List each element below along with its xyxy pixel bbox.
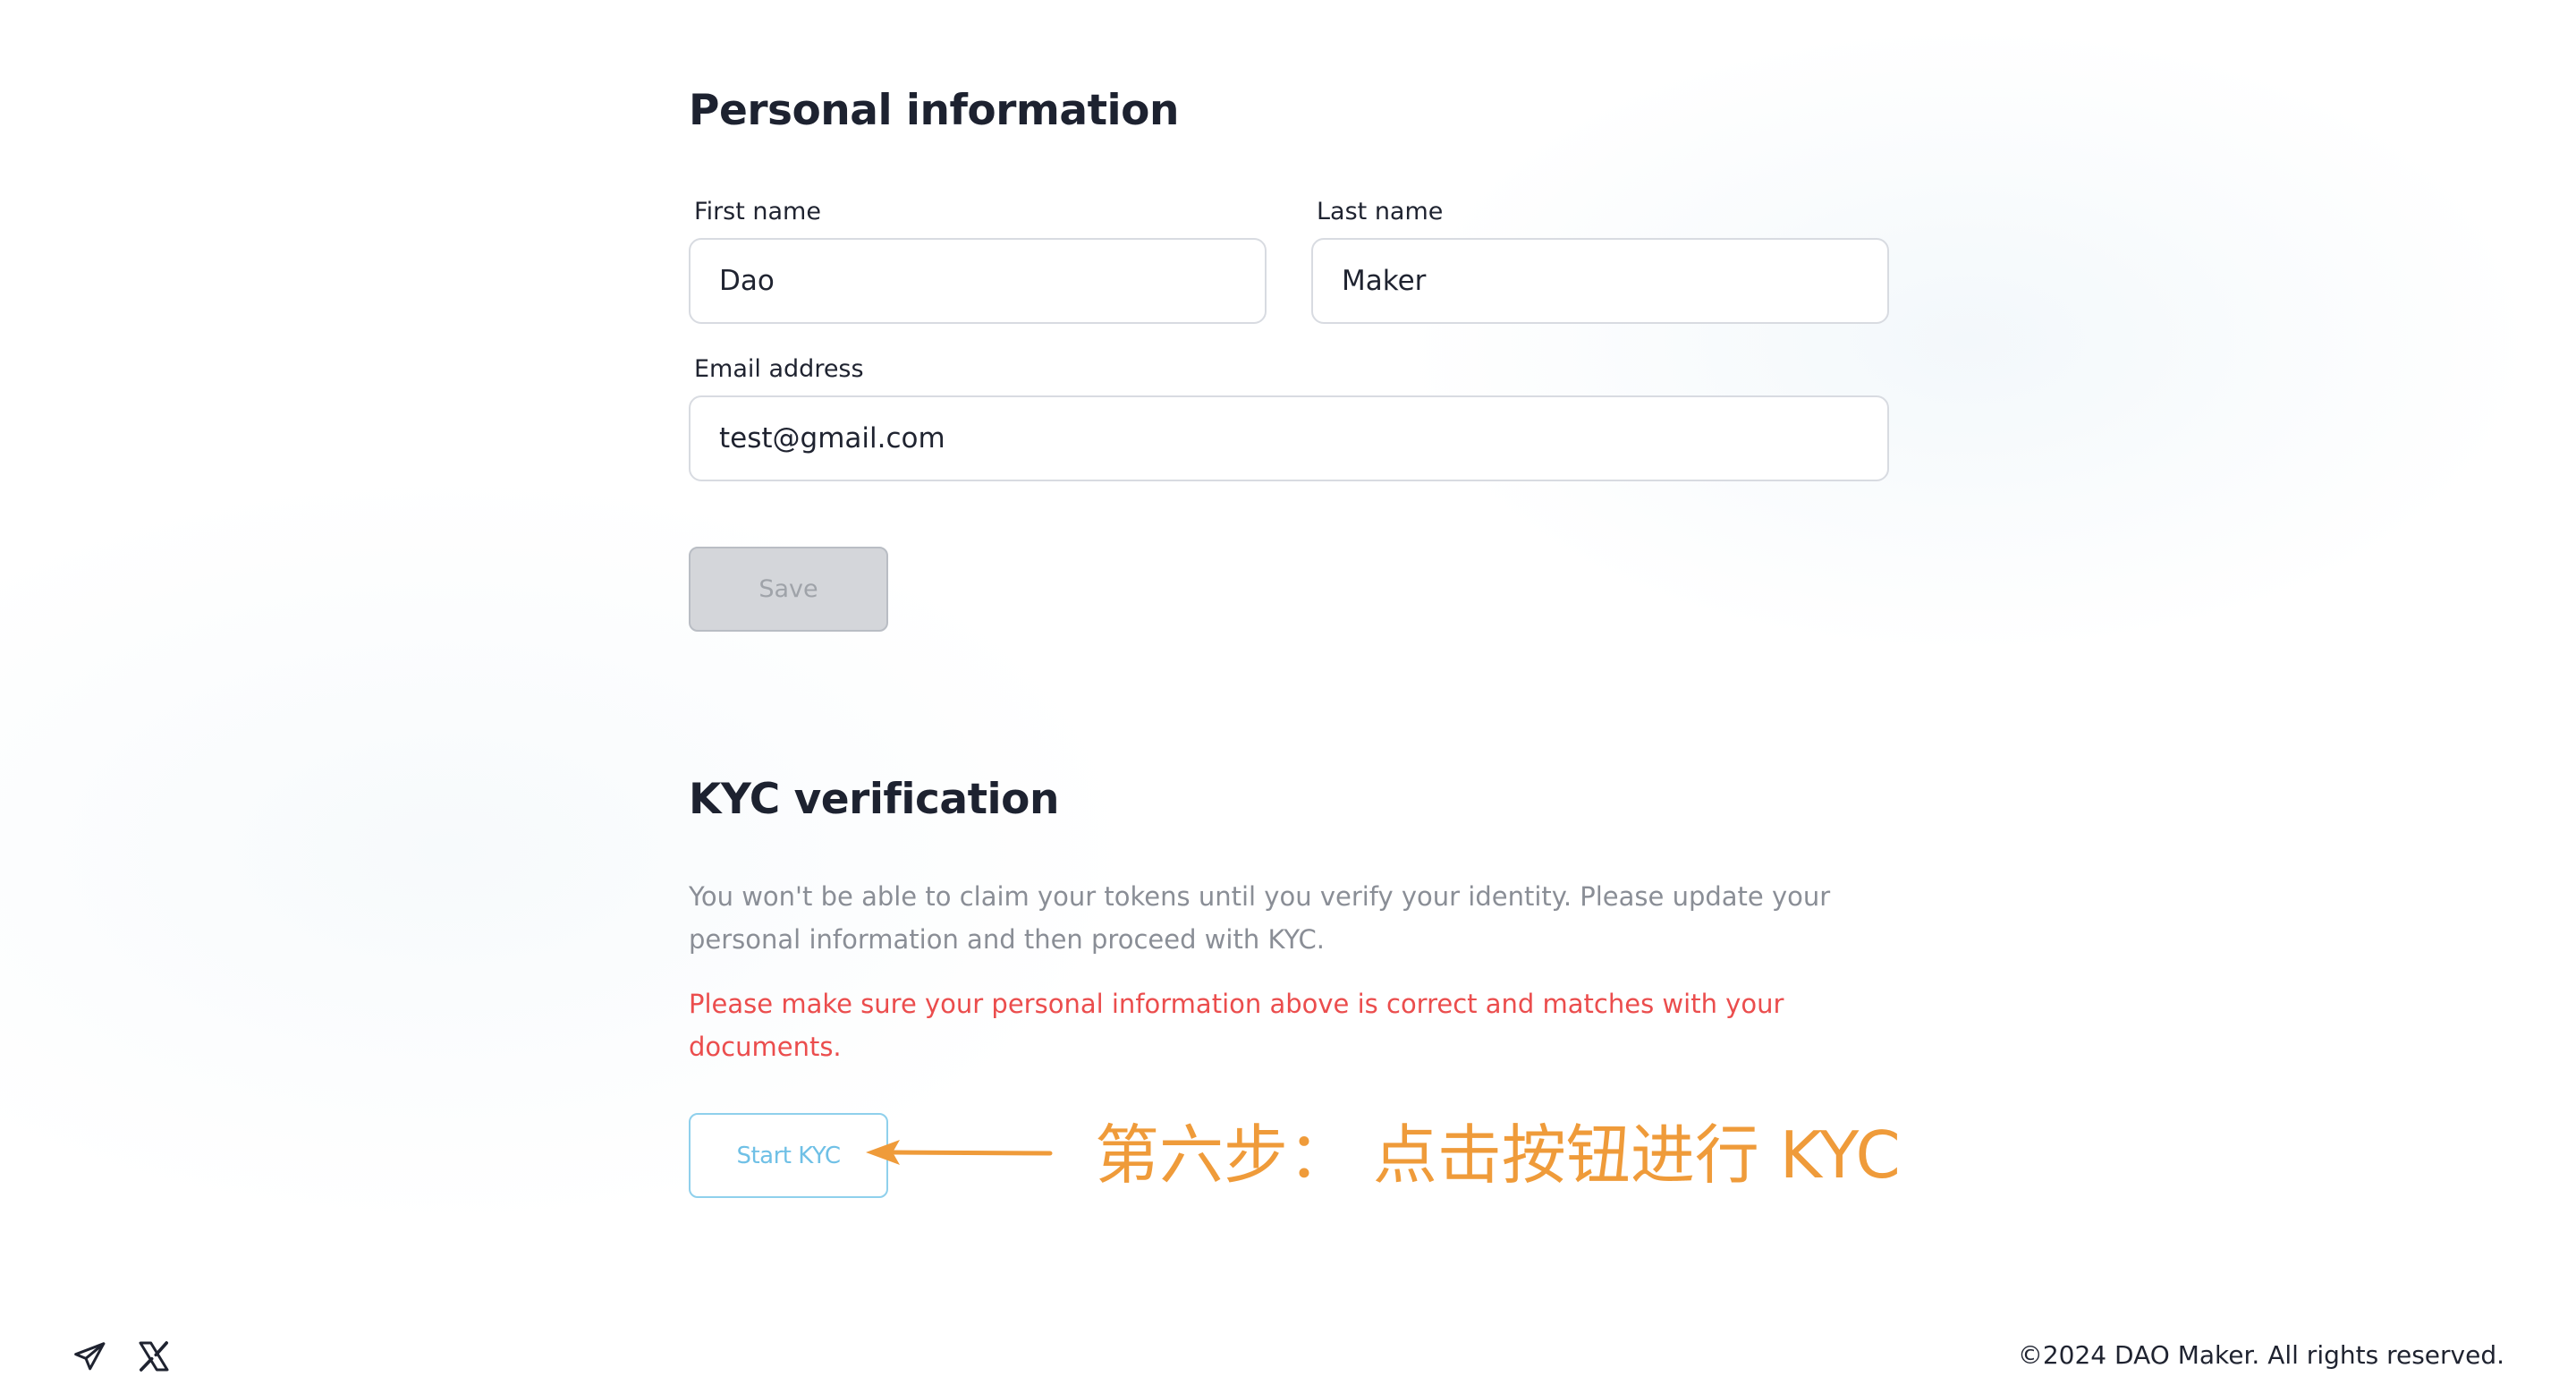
kyc-warning: Please make sure your personal informati… (689, 989, 1784, 1062)
email-label: Email address (694, 355, 864, 383)
kyc-description: You won't be able to claim your tokens u… (689, 881, 1831, 955)
copyright-text: ©2024 DAO Maker. All rights reserved. (2017, 1340, 2504, 1370)
telegram-icon[interactable] (72, 1338, 107, 1374)
email-input[interactable] (689, 395, 1889, 481)
kyc-verification-title: KYC verification (689, 775, 1059, 824)
first-name-label: First name (694, 198, 821, 225)
first-name-input[interactable] (689, 238, 1267, 324)
annotation-arrow-icon (866, 1140, 1053, 1165)
personal-information-title: Personal information (689, 86, 1179, 135)
last-name-input[interactable] (1311, 238, 1889, 324)
last-name-label: Last name (1317, 198, 1444, 225)
x-icon[interactable] (136, 1338, 172, 1374)
save-button[interactable]: Save (689, 547, 888, 632)
annotation-text: 第六步： 点击按钮进行 KYC (1095, 1117, 1901, 1193)
